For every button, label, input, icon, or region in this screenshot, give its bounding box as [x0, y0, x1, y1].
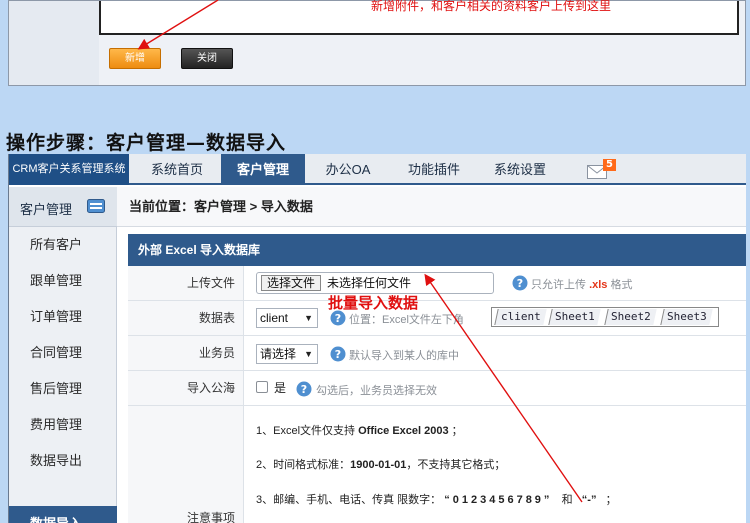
sheet-tab: Sheet2 [604, 309, 657, 325]
fragment-panel: 新增附件，和客户相关的资料客户上传到这里 [99, 0, 739, 35]
upload-label: 上传文件 [128, 266, 244, 300]
upload-row: 上传文件 选择文件 未选择任何文件 ? 只允许上传 .xls 格式 [128, 266, 746, 301]
public-pool-label: 导入公海 [128, 371, 244, 405]
sheet-tab: Sheet1 [548, 309, 601, 325]
tab-settings[interactable]: 系统设置 [479, 154, 561, 185]
fragment-sidebar [9, 1, 99, 85]
help-icon: ? [330, 346, 346, 362]
choose-file-button[interactable]: 选择文件 [261, 275, 321, 291]
sidebar-header: 客户管理 [9, 187, 117, 227]
previous-screenshot-fragment: 新增附件，和客户相关的资料客户上传到这里 新增 关闭 [8, 0, 746, 86]
sheet-select-value: client [260, 311, 289, 325]
form-header: 外部 Excel 导入数据库 [128, 234, 746, 266]
mail-badge: 5 [603, 159, 616, 171]
top-nav: CRM客户关系管理系统 系统首页 客户管理 办公OA 功能插件 系统设置 5 [9, 154, 746, 185]
public-pool-hint: 勾选后，业务员选择无效 [316, 385, 437, 397]
breadcrumb-path: 客户管理 > 导入数据 [194, 199, 313, 214]
sheet-tab: Sheet3 [660, 309, 713, 325]
svg-text:?: ? [335, 312, 341, 325]
note-line-3: 3、邮编、手机、电话、传真 限数字： “0123456789” 和 “-” ； [256, 494, 617, 506]
sidebar-item-after-sales[interactable]: 售后管理 [9, 371, 117, 407]
file-input[interactable]: 选择文件 未选择任何文件 [256, 272, 494, 294]
breadcrumb: 当前位置：客户管理 > 导入数据 [117, 187, 746, 227]
upload-hint: 只允许上传 .xls 格式 [531, 279, 633, 291]
svg-text:?: ? [517, 277, 523, 290]
svg-text:?: ? [301, 383, 307, 396]
sheet-hint: 位置：Excel文件左下角 [349, 314, 464, 326]
file-status: 未选择任何文件 [327, 276, 412, 290]
owner-select[interactable]: 请选择 ▼ [256, 344, 318, 364]
brand-logo: CRM客户关系管理系统 [9, 154, 129, 185]
owner-label: 业务员 [128, 336, 244, 370]
upload-annotation: 新增附件，和客户相关的资料客户上传到这里 [371, 0, 612, 13]
sheet-label: 数据表 [128, 301, 244, 335]
help-icon: ? [296, 381, 312, 397]
public-pool-row: 导入公海 是 ? 勾选后，业务员选择无效 [128, 371, 746, 406]
notes-row: 注意事项 1、Excel文件仅支持 Office Excel 2003 ； 2、… [128, 406, 746, 523]
chevron-down-icon: ▼ [304, 349, 313, 359]
tab-home[interactable]: 系统首页 [133, 154, 221, 185]
owner-row: 业务员 请选择 ▼ ? 默认导入到某人的库中 [128, 336, 746, 371]
crm-app: CRM客户关系管理系统 系统首页 客户管理 办公OA 功能插件 系统设置 5 客… [8, 154, 746, 523]
tab-customer[interactable]: 客户管理 [221, 154, 305, 185]
note-line-1: 1、Excel文件仅支持 Office Excel 2003 ； [256, 425, 463, 437]
notes-label: 注意事项 [128, 406, 244, 523]
sidebar-item-followup[interactable]: 跟单管理 [9, 263, 117, 299]
sidebar-item-data-export[interactable]: 数据导出 [9, 443, 117, 479]
owner-select-value: 请选择 [260, 347, 297, 361]
upload-hint-ext: .xls [589, 279, 608, 291]
mail-button[interactable]: 5 [587, 159, 617, 181]
sheet-tab: client [494, 309, 547, 325]
public-pool-checkbox[interactable] [256, 381, 268, 393]
svg-text:?: ? [335, 348, 341, 361]
owner-hint: 默认导入到某人的库中 [349, 350, 459, 362]
sidebar-item-data-import[interactable]: 数据导入 [9, 506, 117, 523]
help-icon: ? [512, 275, 528, 291]
sheet-row: 数据表 client ▼ ? 位置：Excel文件左下角 client Sheet… [128, 301, 746, 336]
sidebar-item-contracts[interactable]: 合同管理 [9, 335, 117, 371]
note-line-2: 2、时间格式标准：1900-01-01，不支持其它格式； [256, 459, 506, 471]
new-button[interactable]: 新增 [109, 48, 161, 69]
tab-plugins[interactable]: 功能插件 [393, 154, 475, 185]
sheet-select[interactable]: client ▼ [256, 308, 318, 328]
batch-import-annotation: 批量导入数据 [328, 294, 419, 312]
breadcrumb-prefix: 当前位置： [129, 199, 195, 214]
sidebar-title: 客户管理 [20, 202, 73, 217]
public-pool-checkbox-label: 是 [274, 381, 287, 395]
sidebar-toggle-icon[interactable] [87, 199, 105, 213]
excel-sheet-tabs: client Sheet1 Sheet2 Sheet3 [491, 307, 719, 327]
sidebar-item-all-customers[interactable]: 所有客户 [9, 227, 117, 263]
chevron-down-icon: ▼ [304, 313, 313, 323]
sidebar: 客户管理 所有客户 跟单管理 订单管理 合同管理 售后管理 费用管理 数据导出 … [9, 187, 117, 523]
sidebar-item-orders[interactable]: 订单管理 [9, 299, 117, 335]
steps-heading: 操作步骤：客户管理—数据导入 [6, 132, 287, 154]
sidebar-item-expenses[interactable]: 费用管理 [9, 407, 117, 443]
tab-office-oa[interactable]: 办公OA [307, 154, 389, 185]
close-button[interactable]: 关闭 [181, 48, 233, 69]
